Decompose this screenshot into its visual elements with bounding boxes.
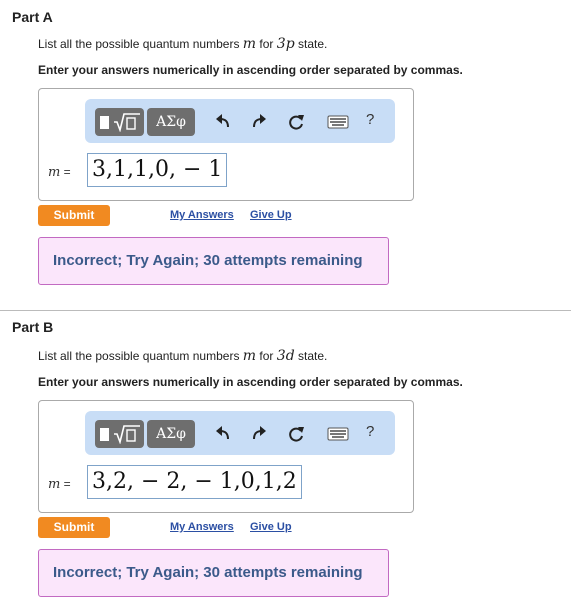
part-a-submit-button[interactable]: Submit [38, 205, 110, 226]
part-a-question: List all the possible quantum numbers m … [38, 36, 328, 52]
sqrt-icon [114, 425, 140, 444]
redo-icon[interactable] [249, 112, 269, 132]
part-b-my-answers-link[interactable]: My Answers [170, 521, 234, 533]
part-b-question-state: 3d [276, 348, 295, 364]
part-b-section: Part B List all the possible quantum num… [0, 312, 571, 597]
template-box-icon [100, 428, 109, 441]
part-a-math-toolbar: ΑΣφ ? [85, 99, 395, 143]
part-a-my-answers-link[interactable]: My Answers [170, 209, 234, 221]
part-a-answer-input[interactable]: 3,1,1,0, − 1 [87, 153, 228, 187]
part-a-answer-box: ΑΣφ ? m = 3,1,1,0, − 1 [38, 88, 414, 201]
part-a-section: Part A List all the possible quantum num… [0, 0, 571, 300]
part-a-feedback-box: Incorrect; Try Again; 30 attempts remain… [38, 237, 389, 285]
part-a-feedback-text: Incorrect; Try Again; 30 attempts remain… [53, 252, 363, 269]
part-b-question-var: m [242, 348, 257, 364]
help-button[interactable]: ? [366, 423, 374, 440]
reset-icon[interactable] [286, 424, 306, 444]
part-a-instruction: Enter your answers numerically in ascend… [38, 63, 463, 77]
part-b-answer-input[interactable]: 3,2, − 2, − 1,0,1,2 [87, 465, 302, 499]
part-b-variable-label: m = [48, 477, 71, 492]
part-a-give-up-link[interactable]: Give Up [250, 209, 292, 221]
help-button[interactable]: ? [366, 111, 374, 128]
part-b-question: List all the possible quantum numbers m … [38, 348, 328, 364]
part-a-variable-label: m = [48, 165, 71, 180]
symbols-button[interactable]: ΑΣφ [147, 420, 195, 448]
part-b-feedback-box: Incorrect; Try Again; 30 attempts remain… [38, 549, 389, 597]
undo-icon[interactable] [213, 424, 233, 444]
part-b-answer-box: ΑΣφ ? m = 3,2, − 2, − 1,0,1,2 [38, 400, 414, 513]
keyboard-icon[interactable] [327, 114, 349, 130]
part-b-math-toolbar: ΑΣφ ? [85, 411, 395, 455]
part-b-submit-button[interactable]: Submit [38, 517, 110, 538]
reset-icon[interactable] [286, 112, 306, 132]
templates-button[interactable] [95, 108, 144, 136]
part-b-feedback-text: Incorrect; Try Again; 30 attempts remain… [53, 564, 363, 581]
part-b-title: Part B [12, 319, 54, 335]
symbols-button[interactable]: ΑΣφ [147, 108, 195, 136]
part-a-question-var: m [242, 36, 257, 52]
template-box-icon [100, 116, 109, 129]
part-b-give-up-link[interactable]: Give Up [250, 521, 292, 533]
redo-icon[interactable] [249, 424, 269, 444]
part-a-question-state: 3p [276, 36, 295, 52]
part-a-title: Part A [12, 9, 53, 25]
templates-button[interactable] [95, 420, 144, 448]
section-divider [0, 310, 571, 311]
part-b-instruction: Enter your answers numerically in ascend… [38, 375, 463, 389]
keyboard-icon[interactable] [327, 426, 349, 442]
sqrt-icon [114, 113, 140, 132]
undo-icon[interactable] [213, 112, 233, 132]
